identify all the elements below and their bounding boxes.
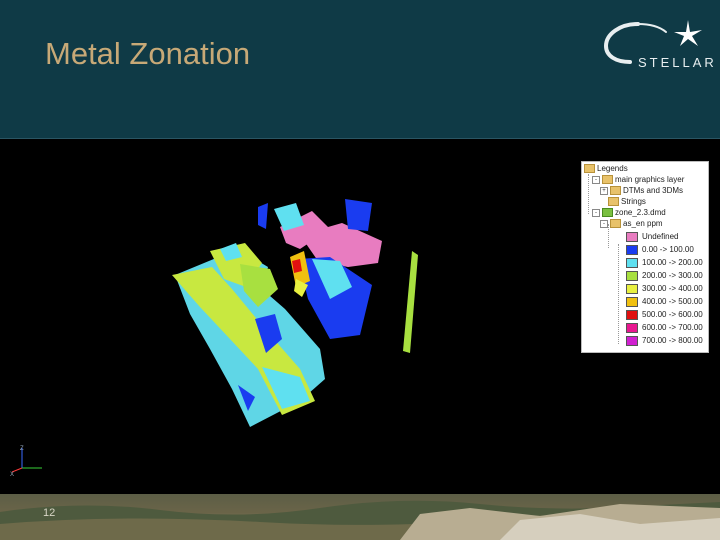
folder-icon — [610, 186, 621, 196]
expand-icon[interactable]: + — [600, 186, 608, 195]
folder-icon — [610, 219, 621, 229]
page-number: 12 — [43, 507, 56, 519]
legend-panel[interactable]: Legends - main graphics layer + DTMs and 3… — [581, 161, 709, 353]
legend-tree-item[interactable]: - as_en ppm — [600, 219, 663, 229]
legend-range-row: Undefined — [626, 232, 678, 242]
legend-swatch — [626, 245, 638, 255]
legend-range-row: 0.00 -> 100.00 — [626, 245, 694, 255]
legend-swatch — [626, 297, 638, 307]
legend-range-row: 400.00 -> 500.00 — [626, 297, 703, 307]
folder-icon — [608, 197, 619, 207]
slide-title: Metal Zonation — [45, 36, 251, 71]
axis-label-z: Z — [20, 446, 24, 452]
stellar-logo: STELLAR — [598, 18, 714, 78]
collapse-icon[interactable]: - — [592, 208, 600, 217]
folder-icon — [602, 175, 613, 185]
collapse-icon[interactable]: - — [600, 219, 608, 228]
legend-swatch — [626, 336, 638, 346]
legend-swatch — [626, 258, 638, 268]
model-icon — [602, 208, 613, 218]
legend-swatch — [626, 310, 638, 320]
legend-root[interactable]: Legends — [584, 164, 628, 174]
legend-swatch — [626, 284, 638, 294]
legend-range-row: 600.00 -> 700.00 — [626, 323, 703, 333]
legend-tree-item[interactable]: Strings — [608, 197, 646, 207]
legend-range-row: 700.00 -> 800.00 — [626, 336, 703, 346]
collapse-icon[interactable]: - — [592, 175, 600, 184]
legend-swatch — [626, 271, 638, 281]
axis-label-x: X — [10, 472, 14, 478]
legend-range-row: 500.00 -> 600.00 — [626, 310, 703, 320]
slide-header: Metal Zonation STELLAR — [0, 0, 720, 139]
legend-tree-item[interactable]: - zone_2.3.dmd — [592, 208, 666, 218]
folder-icon — [584, 164, 595, 174]
legend-range-row: 100.00 -> 200.00 — [626, 258, 703, 268]
legend-swatch — [626, 232, 638, 242]
legend-tree-item[interactable]: + DTMs and 3DMs — [600, 186, 683, 196]
landscape-photo — [0, 500, 720, 540]
legend-range-row: 200.00 -> 300.00 — [626, 271, 703, 281]
legend-range-row: 300.00 -> 400.00 — [626, 284, 703, 294]
legend-tree-item[interactable]: - main graphics layer — [592, 175, 684, 185]
axis-indicator: Z X — [8, 442, 48, 478]
logo-text: STELLAR — [638, 55, 717, 70]
slide-footer: 12 — [0, 494, 720, 540]
legend-swatch — [626, 323, 638, 333]
